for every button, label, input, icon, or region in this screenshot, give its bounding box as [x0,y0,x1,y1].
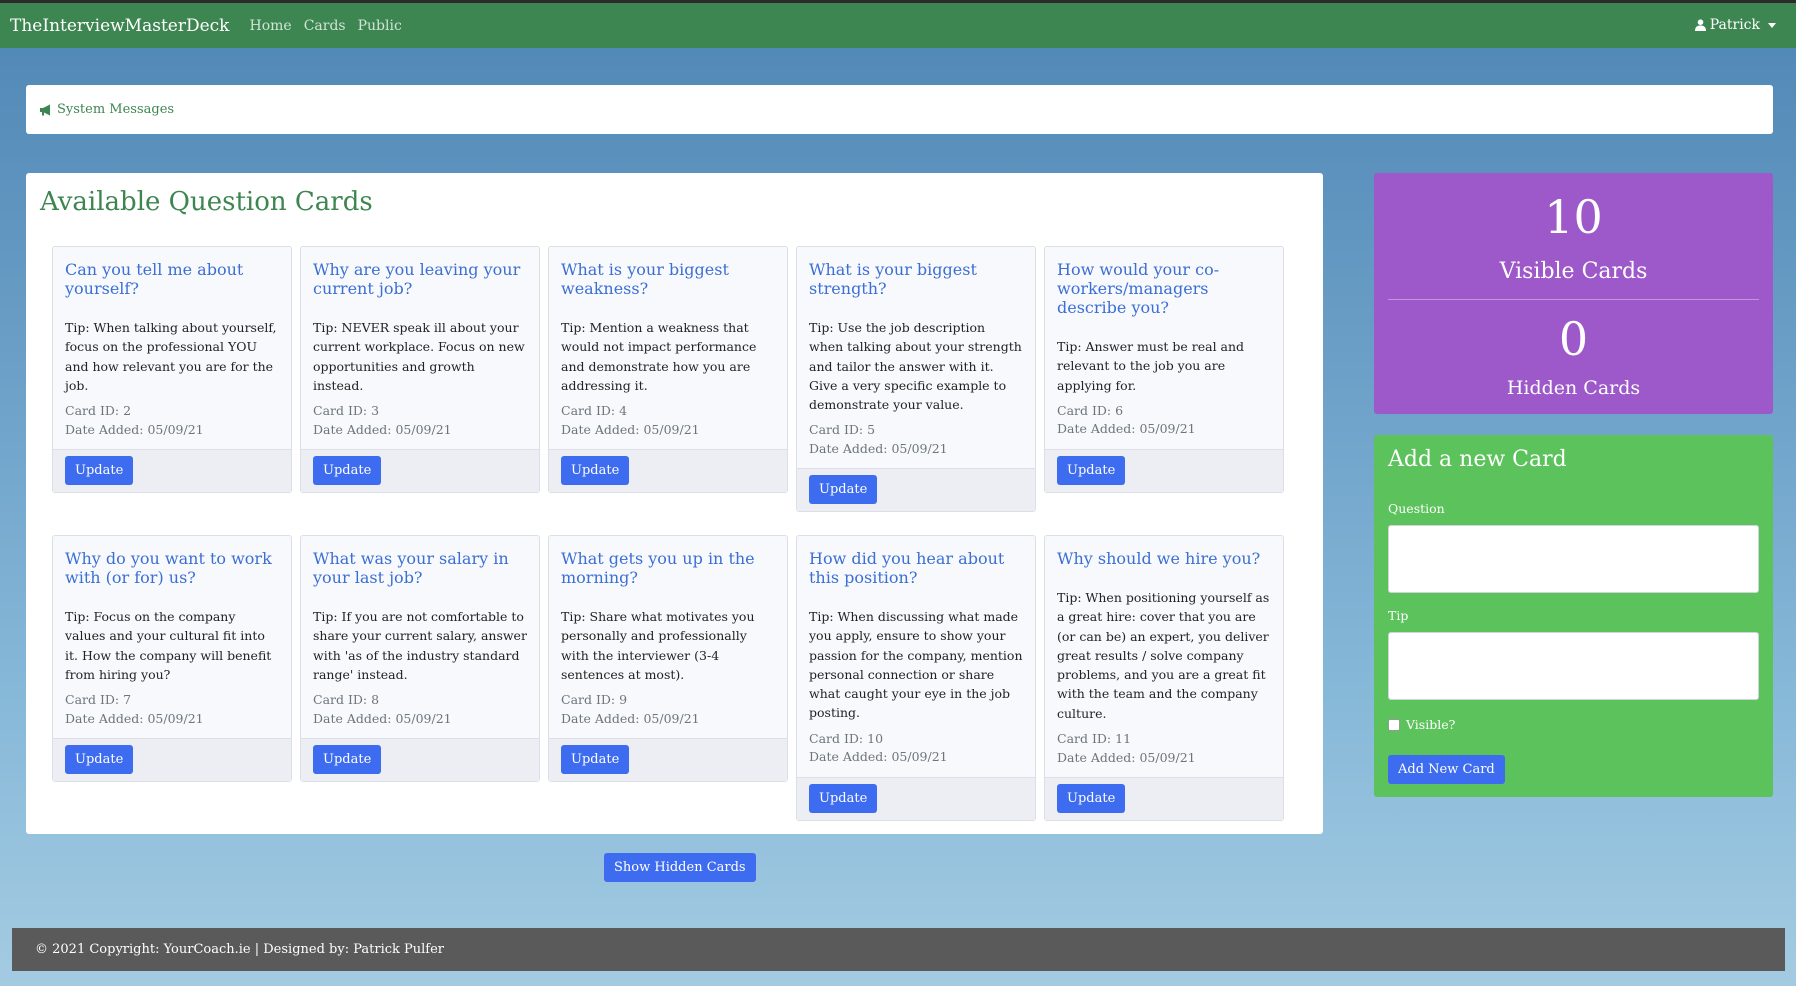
card-id: Card ID: 3 [313,403,380,419]
card-tip: Tip: NEVER speak ill about your current … [313,320,525,393]
card-question: How would your co-workers/managers descr… [1057,260,1220,317]
stats-divider [1388,299,1759,300]
card-id: Card ID: 9 [561,692,628,708]
update-button[interactable]: Update [561,456,630,486]
update-button[interactable]: Update [809,475,878,505]
card-id: Card ID: 6 [1057,402,1124,418]
update-button[interactable]: Update [313,745,382,775]
card-date-added: Date Added: 05/09/21 [809,440,948,456]
visible-checkbox-row: Visible? [1388,717,1455,732]
card-id: Card ID: 8 [313,692,380,708]
card-tip: Tip: Answer must be real and relevant to… [1057,339,1245,393]
add-card-title: Add a new Card [1388,447,1567,472]
card-date-added: Date Added: 05/09/21 [65,421,204,437]
question-textarea[interactable] [1388,525,1759,593]
card-date-added: Date Added: 05/09/21 [561,710,700,726]
nav-link-home[interactable]: Home [249,18,291,34]
card-date-added: Date Added: 05/09/21 [313,710,452,726]
footer-copyright: © 2021 Copyright: YourCoach.ie | Designe… [35,942,445,957]
tip-textarea[interactable] [1388,632,1759,700]
card-question: What is your biggest weakness? [561,260,729,298]
page-title: Available Question Cards [40,187,373,217]
nav-link-public[interactable]: Public [358,18,402,34]
card-question: Why should we hire you? [1057,549,1261,568]
user-menu[interactable]: Patrick [1694,17,1776,33]
card-question: Why do you want to work with (or for) us… [65,549,272,587]
card-question: How did you hear about this position? [809,549,1005,587]
card-stats-panel: 10 Visible Cards 0 Hidden Cards [1374,173,1773,414]
question-label: Question [1388,501,1445,516]
card-date-added: Date Added: 05/09/21 [809,749,948,765]
navbar: TheInterviewMasterDeck Home Cards Public… [0,3,1796,48]
card-id: Card ID: 7 [65,692,132,708]
question-card: Can you tell me about yourself? Tip: Whe… [52,246,292,494]
bullhorn-icon [40,104,50,115]
user-icon [1694,19,1706,31]
page-footer: © 2021 Copyright: YourCoach.ie | Designe… [12,928,1785,971]
update-button[interactable]: Update [313,456,382,486]
update-button[interactable]: Update [1057,455,1126,485]
question-card: What gets you up in the morning? Tip: Sh… [548,535,788,783]
add-new-card-button[interactable]: Add New Card [1388,755,1505,784]
update-button[interactable]: Update [809,783,878,813]
update-button[interactable]: Update [65,745,134,775]
card-question: Why are you leaving your current job? [313,260,521,298]
card-tip: Tip: When discussing what made you apply… [809,609,1023,721]
card-tip: Tip: When talking about yourself, focus … [65,320,277,393]
hidden-count: 0 [1558,312,1589,366]
system-messages-label: System Messages [57,102,175,117]
nav-link-cards[interactable]: Cards [304,18,346,34]
visible-checkbox[interactable] [1388,718,1400,731]
card-tip: Tip: Mention a weakness that would not i… [561,320,757,393]
update-button[interactable]: Update [561,745,630,775]
visible-count: 10 [1544,190,1603,244]
available-cards-panel: Available Question Cards Can you tell me… [26,173,1323,834]
card-question: Can you tell me about yourself? [65,260,244,298]
card-tip: Tip: Focus on the company values and you… [65,609,272,682]
question-card: How did you hear about this position? Ti… [796,535,1036,821]
card-id: Card ID: 2 [65,403,132,419]
update-button[interactable]: Update [65,456,134,486]
question-card: How would your co-workers/managers descr… [1044,246,1284,493]
add-card-panel: Add a new Card Question Tip Visible? Add… [1374,435,1773,797]
card-tip: Tip: Use the job description when talkin… [809,320,1022,413]
brand-link[interactable]: TheInterviewMasterDeck [10,16,229,36]
update-button[interactable]: Update [1057,784,1126,814]
card-tip: Tip: When positioning yourself as a grea… [1057,590,1270,721]
card-tip: Tip: Share what motivates you personally… [561,609,755,682]
card-question: What was your salary in your last job? [313,549,509,587]
card-id: Card ID: 5 [809,422,876,438]
card-id: Card ID: 4 [561,403,628,419]
card-tip: Tip: If you are not comfortable to share… [313,609,527,682]
card-id: Card ID: 11 [1057,731,1132,747]
user-name: Patrick [1709,17,1760,33]
visible-checkbox-label: Visible? [1406,717,1456,732]
card-date-added: Date Added: 05/09/21 [65,710,204,726]
question-card: Why do you want to work with (or for) us… [52,535,292,783]
hidden-label: Hidden Cards [1506,377,1641,399]
card-date-added: Date Added: 05/09/21 [313,421,452,437]
tip-label: Tip [1388,608,1409,623]
question-card: What is your biggest weakness? Tip: Ment… [548,246,788,494]
card-date-added: Date Added: 05/09/21 [1057,421,1196,437]
question-card: What was your salary in your last job? T… [300,535,540,783]
card-date-added: Date Added: 05/09/21 [561,421,700,437]
question-card: Why should we hire you? Tip: When positi… [1044,535,1284,822]
card-question: What gets you up in the morning? [561,549,755,587]
card-id: Card ID: 10 [809,730,884,746]
visible-label: Visible Cards [1499,259,1648,284]
chevron-down-icon [1768,22,1776,28]
card-question: What is your biggest strength? [809,260,977,298]
question-card: What is your biggest strength? Tip: Use … [796,246,1036,513]
system-messages-bar[interactable]: System Messages [26,85,1773,134]
card-date-added: Date Added: 05/09/21 [1057,749,1196,765]
show-hidden-cards-button[interactable]: Show Hidden Cards [604,853,756,882]
question-card: Why are you leaving your current job? Ti… [300,246,540,494]
